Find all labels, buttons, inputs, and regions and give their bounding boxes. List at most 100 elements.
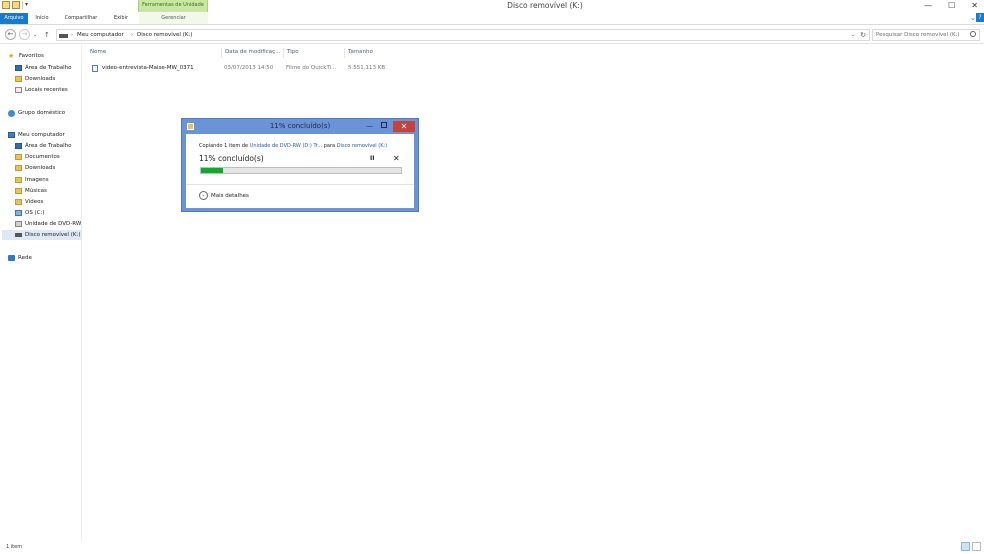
nav-item-locais-recentes[interactable]: Locais recentes [15, 85, 68, 95]
dialog-close-button[interactable]: ✕ [393, 121, 415, 132]
window-title: Disco removível (K:) [507, 1, 583, 10]
nav-label: Rede [18, 255, 32, 261]
desc-mid: para [322, 143, 337, 149]
dialog-maximize-button[interactable] [381, 122, 387, 128]
nav-item-downloads[interactable]: Downloads [15, 74, 55, 84]
desktop-icon [15, 65, 22, 71]
nav-favorites[interactable]: ★ Favoritos [8, 51, 44, 61]
ribbon-tab-row: Arquivo Início Compartilhar Exibir Geren… [0, 12, 984, 25]
progress-bar [200, 167, 402, 174]
nav-label: Downloads [25, 165, 56, 171]
column-header-date[interactable]: Data de modificaç... [225, 47, 280, 57]
source-link[interactable]: Unidade de DVD-RW (D:) Tr... [250, 143, 323, 149]
tab-compartilhar[interactable]: Compartilhar [60, 13, 102, 24]
nav-label: Imagens [25, 177, 49, 183]
more-details-label: Mais detalhes [211, 192, 249, 199]
nav-item-unidade-dvd[interactable]: Unidade de DVD-RW [15, 219, 81, 229]
nav-item-area-de-trabalho[interactable]: Área de Trabalho [15, 63, 71, 73]
breadcrumb-meu-computador[interactable]: Meu computador [77, 30, 124, 41]
downloads-folder-icon [15, 76, 22, 82]
breadcrumb-disco-removivel[interactable]: Disco removível (K:) [137, 30, 192, 41]
copy-description: Copiando 1 item de Unidade de DVD-RW (D:… [199, 143, 387, 150]
file-name: video-entrevista-Maise-MW_0371 [102, 65, 194, 71]
dialog-title-bar: 11% concluído(s) — ✕ [182, 119, 418, 134]
more-details-button[interactable]: ⌄ Mais detalhes [199, 191, 249, 200]
usb-drive-icon [15, 233, 22, 237]
up-button[interactable]: ↑ [44, 29, 50, 41]
nav-item-musicas[interactable]: Músicas [15, 186, 47, 196]
nav-label: Área de Trabalho [25, 143, 72, 149]
nav-label: Downloads [25, 76, 56, 82]
nav-item-videos[interactable]: Vídeos [15, 197, 43, 207]
music-folder-icon [15, 188, 22, 194]
search-icon[interactable] [970, 31, 976, 37]
nav-label: Documentos [25, 154, 60, 160]
nav-homegroup[interactable]: Grupo doméstico [8, 108, 65, 118]
desktop-icon [15, 143, 22, 149]
nav-item-os-c[interactable]: OS (C:) [15, 208, 45, 218]
nav-label: Unidade de DVD-RW [25, 221, 82, 227]
item-count: 1 item [6, 544, 23, 550]
minimize-button[interactable]: — [924, 1, 932, 10]
network-icon [8, 255, 15, 261]
search-box[interactable] [872, 29, 980, 41]
dialog-minimize-button[interactable]: — [366, 122, 373, 130]
tab-gerenciar[interactable]: Gerenciar [139, 13, 208, 24]
progress-fill [201, 168, 223, 173]
refresh-icon[interactable]: ↻ [860, 30, 866, 41]
nav-item-documentos[interactable]: Documentos [15, 152, 60, 162]
forward-button[interactable]: → [19, 29, 30, 40]
recent-places-icon [15, 87, 22, 93]
videos-folder-icon [15, 199, 22, 205]
maximize-button[interactable]: ☐ [948, 1, 955, 10]
details-view-icon[interactable] [961, 542, 970, 551]
copy-progress-dialog: 11% concluído(s) — ✕ Copiando 1 item de … [181, 118, 419, 212]
title-bar: ▾ Ferramentas de Unidade Disco removível… [0, 0, 984, 12]
file-row[interactable]: video-entrevista-Maise-MW_0371 03/07/201… [88, 63, 418, 74]
star-icon: ★ [8, 52, 15, 60]
nav-item-disco-removivel[interactable]: Disco removível (K:) [2, 230, 82, 240]
tab-exibir[interactable]: Exibir [110, 13, 132, 24]
nav-item-area-de-trabalho-pc[interactable]: Área de Trabalho [15, 141, 71, 151]
pause-icon[interactable]: II [370, 155, 374, 163]
nav-meu-computador[interactable]: Meu computador [8, 130, 65, 140]
column-divider[interactable] [283, 48, 284, 58]
column-divider[interactable] [221, 48, 222, 58]
file-size: 5.551.113 KB [348, 65, 386, 71]
nav-label: Meu computador [18, 132, 65, 138]
nav-label: Vídeos [25, 199, 44, 205]
nav-rede[interactable]: Rede [8, 253, 32, 263]
address-dropdown-icon[interactable]: ⌄ [851, 30, 855, 41]
breadcrumb-separator: › [131, 32, 133, 38]
column-header-type[interactable]: Tipo [287, 47, 299, 57]
column-header-size[interactable]: Tamanho [348, 47, 373, 57]
tab-arquivo[interactable]: Arquivo [0, 13, 28, 24]
help-icon[interactable]: ? [976, 13, 984, 22]
column-divider[interactable] [344, 48, 345, 58]
nav-label: Favoritos [19, 53, 44, 59]
address-bar[interactable]: › Meu computador › Disco removível (K:) … [56, 29, 870, 41]
nav-item-imagens[interactable]: Imagens [15, 175, 49, 185]
column-header-name[interactable]: Nome [90, 47, 106, 57]
computer-icon [8, 132, 15, 138]
back-button[interactable]: ← [5, 29, 16, 40]
windows-drive-icon [15, 210, 22, 216]
search-input[interactable] [873, 30, 968, 40]
dvd-drive-icon [15, 221, 22, 227]
large-icons-view-icon[interactable] [972, 542, 981, 551]
recent-locations-icon[interactable]: ⌄ [33, 29, 37, 41]
downloads-folder-icon [15, 165, 22, 171]
breadcrumb-separator: › [71, 32, 73, 38]
homegroup-icon [8, 109, 15, 117]
navigation-pane: ★ Favoritos Área de Trabalho Downloads L… [0, 45, 82, 541]
address-row: ← → ⌄ ↑ › Meu computador › Disco removív… [0, 26, 984, 44]
video-file-icon [92, 65, 98, 72]
close-button[interactable]: ✕ [971, 1, 978, 10]
documents-folder-icon [15, 154, 22, 160]
destination-link[interactable]: Disco removível (K:) [337, 143, 387, 149]
cancel-icon[interactable]: ✕ [393, 154, 400, 163]
nav-item-downloads-pc[interactable]: Downloads [15, 163, 55, 173]
window-controls: — ☐ ✕ [924, 1, 978, 10]
tab-inicio[interactable]: Início [32, 13, 52, 24]
nav-label: Locais recentes [25, 87, 68, 93]
